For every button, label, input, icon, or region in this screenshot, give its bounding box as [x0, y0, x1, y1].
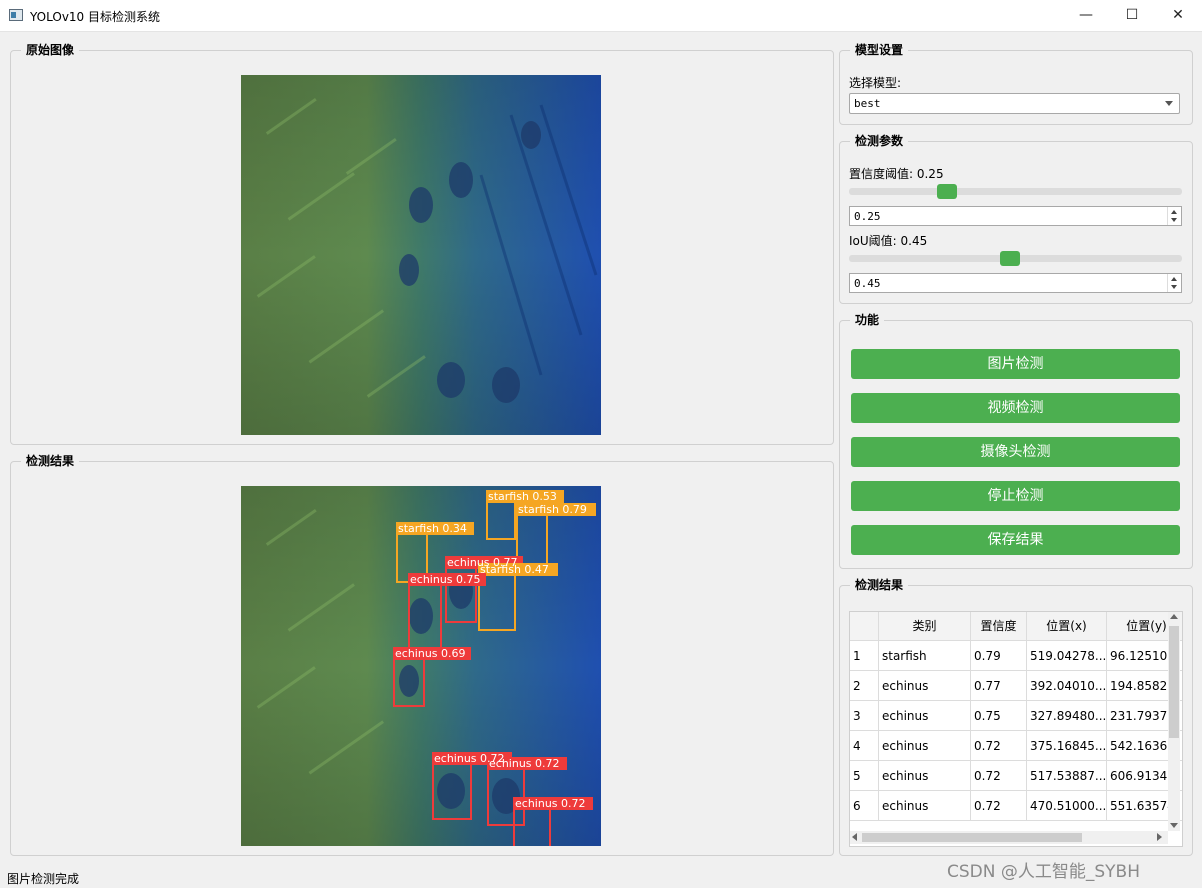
table-cell[interactable]: echinus [879, 761, 971, 791]
result-image-title: 检测结果 [21, 453, 80, 469]
table-vertical-scrollbar[interactable] [1168, 612, 1180, 831]
scroll-left-icon[interactable] [852, 833, 857, 841]
table-cell[interactable]: 517.53887... [1027, 761, 1107, 791]
table-cell[interactable]: 0.72 [971, 791, 1027, 821]
confidence-spinbox-value: 0.25 [854, 210, 881, 223]
close-button[interactable]: ✕ [1155, 0, 1201, 31]
table-cell[interactable]: echinus [879, 731, 971, 761]
confidence-label: 置信度阈值: 0.25 [849, 167, 944, 181]
select-model-label: 选择模型: [849, 76, 902, 90]
detection-label: starfish 0.53 [488, 490, 557, 503]
detection-label: starfish 0.47 [480, 563, 549, 576]
iou-spinbox[interactable]: 0.45 [849, 273, 1182, 293]
original-image [241, 75, 601, 435]
spin-buttons[interactable] [1167, 274, 1181, 292]
watermark: CSDN @人工智能_SYBH [947, 862, 1140, 882]
model-settings-title: 模型设置 [850, 42, 909, 58]
title-bar: YOLOv10 目标检测系统 — ☐ ✕ [0, 0, 1202, 32]
table-cell[interactable]: 392.04010... [1027, 671, 1107, 701]
detection-label: echinus 0.72 [489, 757, 560, 770]
model-select[interactable]: best [849, 93, 1180, 114]
arrow-up-icon[interactable] [1171, 277, 1177, 281]
row-header[interactable]: 5 [850, 761, 879, 791]
row-header[interactable]: 3 [850, 701, 879, 731]
detection-label: starfish 0.34 [398, 522, 467, 535]
table-cell[interactable]: 470.51000... [1027, 791, 1107, 821]
iou-spinbox-value: 0.45 [854, 277, 881, 290]
arrow-down-icon[interactable] [1171, 218, 1177, 222]
result-image-canvas: starfish 0.53 starfish 0.79 starfish 0.3… [241, 486, 601, 846]
image-detect-button[interactable]: 图片检测 [851, 349, 1180, 379]
stop-detect-button[interactable]: 停止检测 [851, 481, 1180, 511]
scroll-up-icon[interactable] [1170, 614, 1178, 619]
scroll-right-icon[interactable] [1157, 833, 1162, 841]
original-image-canvas [241, 75, 601, 435]
original-image-title: 原始图像 [21, 42, 80, 58]
iou-label: IoU阈值: 0.45 [849, 234, 928, 248]
row-header[interactable]: 1 [850, 641, 879, 671]
vertical-scroll-thumb[interactable] [1169, 626, 1179, 738]
column-header-class[interactable]: 类别 [879, 612, 971, 641]
column-header-x[interactable]: 位置(x) [1027, 612, 1107, 641]
iou-slider-handle[interactable] [999, 251, 1020, 266]
table-cell[interactable]: echinus [879, 791, 971, 821]
column-header-confidence[interactable]: 置信度 [971, 612, 1027, 641]
table-cell[interactable]: 519.04278... [1027, 641, 1107, 671]
table-corner[interactable] [850, 612, 879, 641]
table-cell[interactable]: 0.77 [971, 671, 1027, 701]
table-horizontal-scrollbar[interactable] [850, 831, 1168, 844]
result-image: starfish 0.53 starfish 0.79 starfish 0.3… [241, 486, 601, 846]
confidence-slider-handle[interactable] [937, 184, 958, 199]
confidence-spinbox[interactable]: 0.25 [849, 206, 1182, 226]
row-header[interactable]: 2 [850, 671, 879, 701]
table-cell[interactable]: echinus [879, 671, 971, 701]
table-cell[interactable]: 0.79 [971, 641, 1027, 671]
detection-label: echinus 0.72 [515, 797, 586, 810]
chevron-down-icon [1165, 101, 1173, 106]
video-detect-button[interactable]: 视频检测 [851, 393, 1180, 423]
row-header[interactable]: 6 [850, 791, 879, 821]
functions-title: 功能 [850, 312, 885, 328]
arrow-down-icon[interactable] [1171, 285, 1177, 289]
table-cell[interactable]: 0.72 [971, 761, 1027, 791]
table-cell[interactable]: echinus [879, 701, 971, 731]
detection-label: echinus 0.69 [395, 647, 466, 660]
app-icon [9, 9, 23, 21]
window-title: YOLOv10 目标检测系统 [30, 10, 161, 24]
model-select-value: best [854, 97, 881, 110]
status-bar: 图片检测完成 [7, 872, 80, 886]
detect-params-title: 检测参数 [850, 133, 909, 149]
arrow-up-icon[interactable] [1171, 210, 1177, 214]
table-cell[interactable]: starfish [879, 641, 971, 671]
horizontal-scroll-thumb[interactable] [862, 833, 1082, 842]
table-cell[interactable]: 327.89480... [1027, 701, 1107, 731]
minimize-button[interactable]: — [1063, 0, 1109, 31]
table-cell[interactable]: 375.16845... [1027, 731, 1107, 761]
spin-buttons[interactable] [1167, 207, 1181, 225]
save-results-button[interactable]: 保存结果 [851, 525, 1180, 555]
camera-detect-button[interactable]: 摄像头检测 [851, 437, 1180, 467]
results-table: 类别 置信度 位置(x) 位置(y) 1 starfish 0.79 519.0427… [849, 611, 1183, 847]
confidence-slider[interactable] [849, 188, 1182, 195]
results-table-title: 检测结果 [850, 577, 909, 593]
detection-label: starfish 0.79 [518, 503, 587, 516]
row-header[interactable]: 4 [850, 731, 879, 761]
scroll-down-icon[interactable] [1170, 823, 1178, 828]
detection-label: echinus 0.75 [410, 573, 481, 586]
table-cell[interactable]: 0.75 [971, 701, 1027, 731]
table-cell[interactable]: 0.72 [971, 731, 1027, 761]
maximize-button[interactable]: ☐ [1109, 0, 1155, 31]
